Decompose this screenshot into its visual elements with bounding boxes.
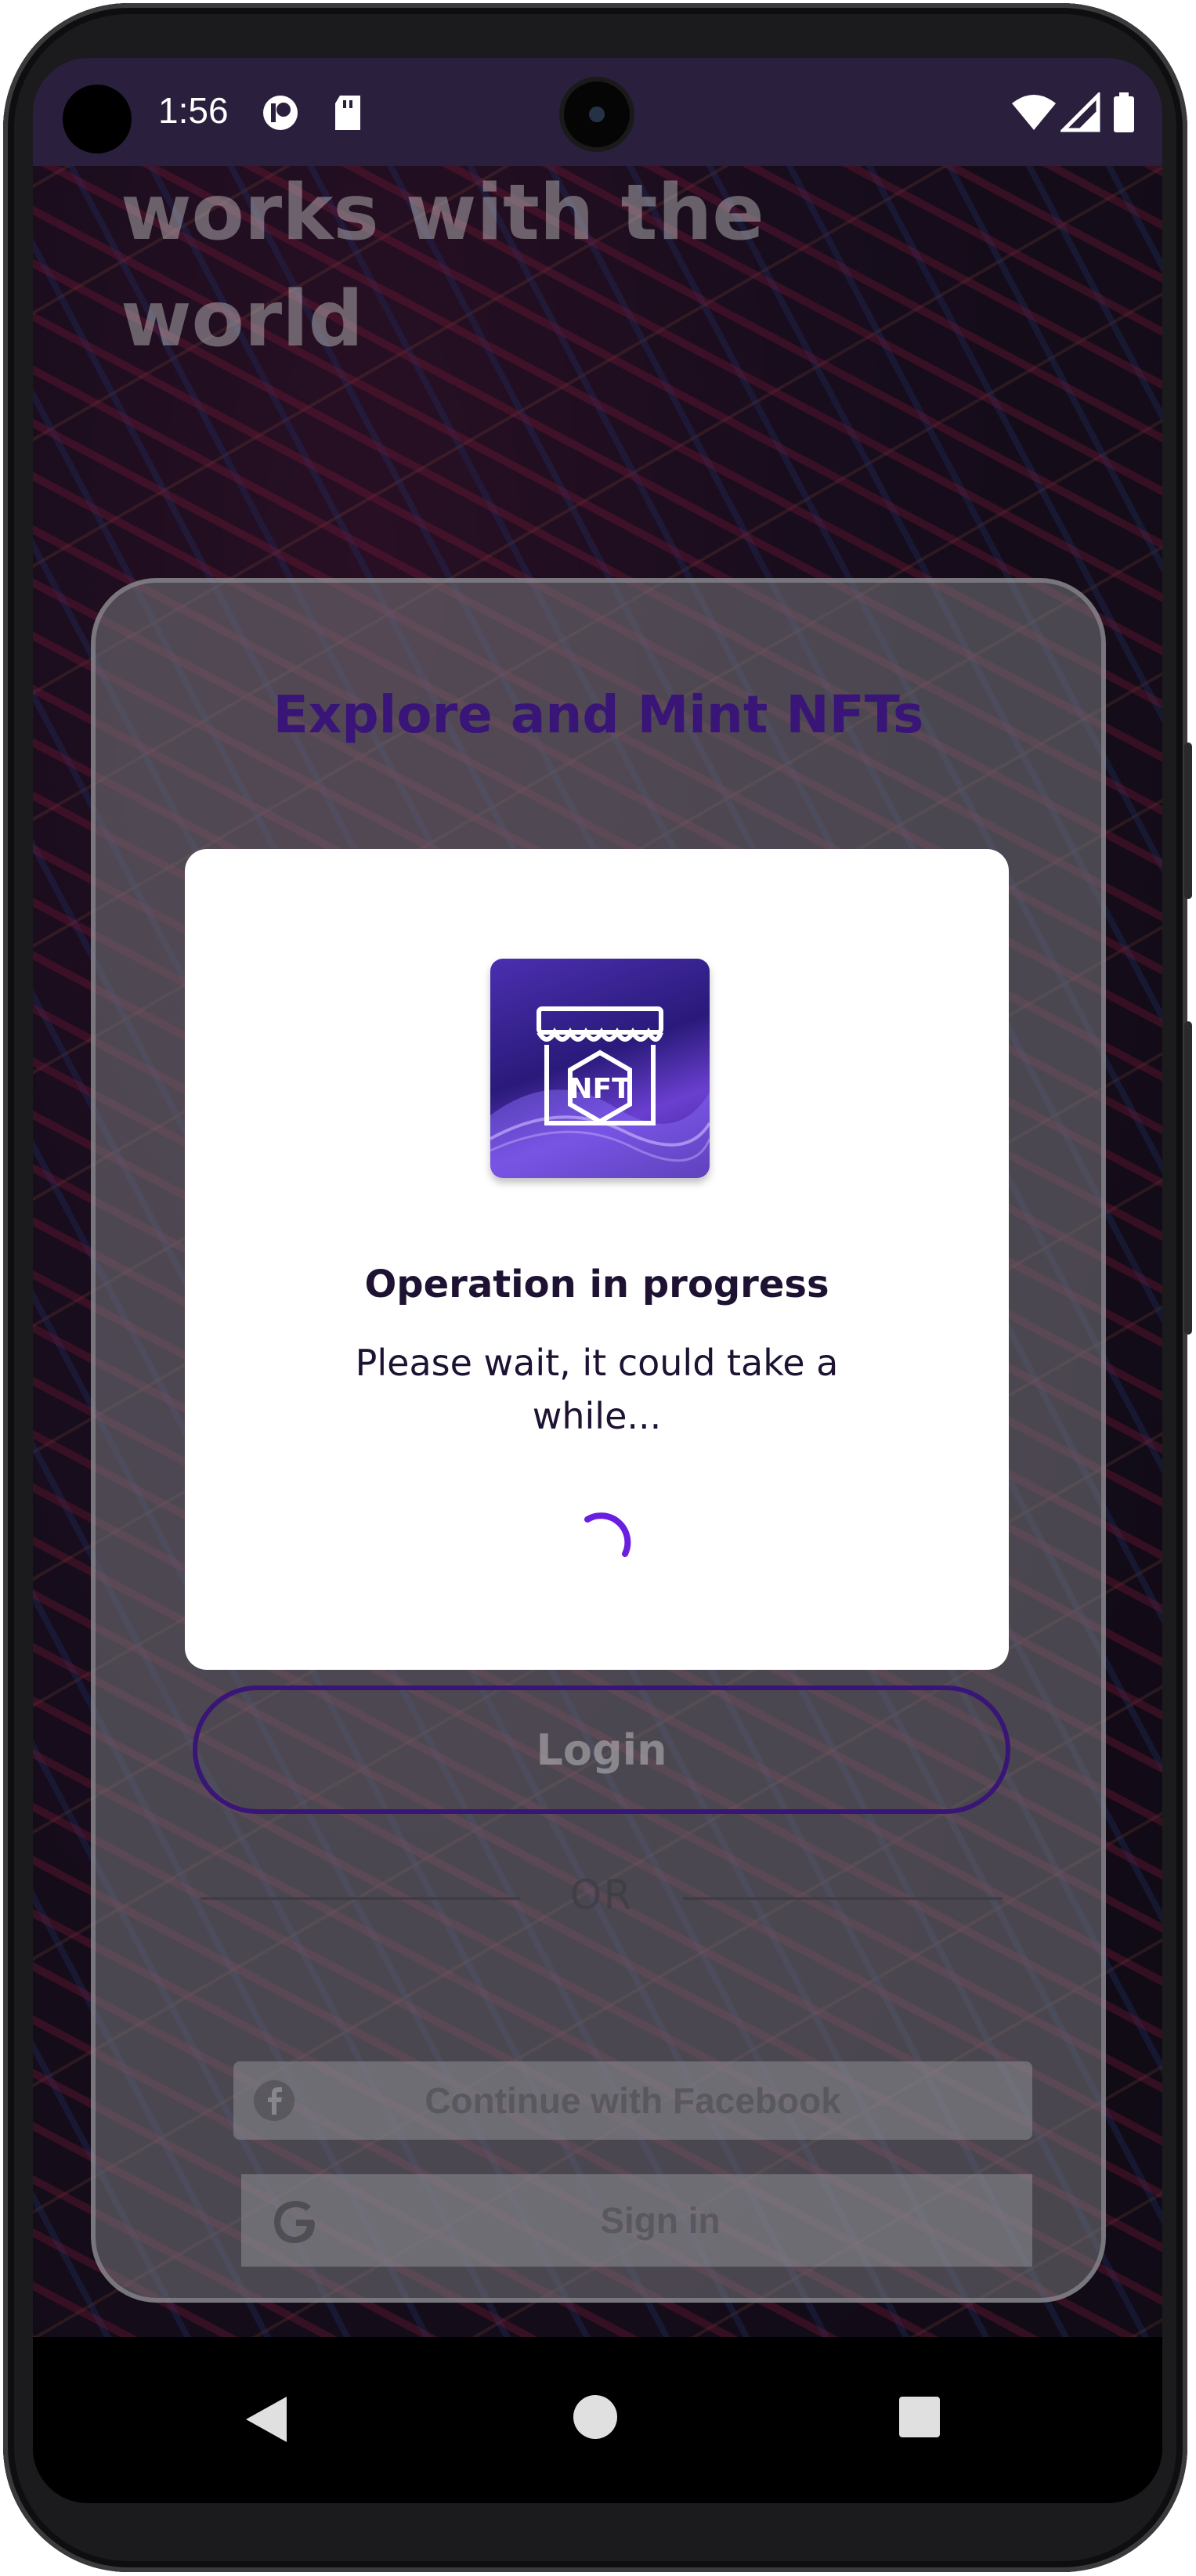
progress-dialog: NFT Operation in progress Please wait, i… [185, 849, 1009, 1670]
hero-title-line-2: world [121, 275, 363, 364]
facebook-button-label: Continue with Facebook [425, 2080, 841, 2121]
back-icon[interactable] [243, 2394, 290, 2449]
google-sign-in-button[interactable]: Sign in [241, 2174, 1032, 2267]
nft-store-logo: NFT [490, 959, 710, 1178]
wifi-icon [1010, 92, 1057, 137]
camera-cutout [564, 81, 630, 147]
power-button [1184, 742, 1192, 899]
status-bar: 1:56 [33, 58, 1162, 166]
divider-line-right [683, 1897, 1003, 1900]
google-button-label: Sign in [600, 2200, 721, 2241]
logo-nft-text: NFT [569, 1073, 631, 1105]
loading-spinner [572, 1510, 634, 1573]
hero-title: works with the world [121, 160, 982, 373]
screen: 1:56 works with the world Explore and Mi… [33, 58, 1162, 2503]
or-label: OR [569, 1872, 634, 1919]
hero-title-line-1: works with the [121, 168, 764, 258]
or-divider: OR [201, 1867, 1003, 1930]
dialog-title: Operation in progress [364, 1263, 829, 1306]
card-title: Explore and Mint NFTs [273, 685, 924, 745]
recent-apps-icon[interactable] [899, 2397, 940, 2437]
signal-icon [1058, 90, 1101, 137]
notification-app-icon [260, 92, 301, 137]
home-icon[interactable] [573, 2395, 617, 2439]
facebook-login-button[interactable]: Continue with Facebook [233, 2061, 1032, 2140]
sd-card-icon [331, 92, 365, 137]
clock: 1:56 [158, 90, 229, 131]
battery-icon [1112, 92, 1136, 137]
dialog-message: Please wait, it could take a while... [355, 1342, 839, 1437]
login-button[interactable]: Login [193, 1685, 1010, 1814]
navigation-bar [33, 2337, 1162, 2503]
front-sensor [63, 85, 132, 154]
volume-button [1184, 1021, 1192, 1335]
